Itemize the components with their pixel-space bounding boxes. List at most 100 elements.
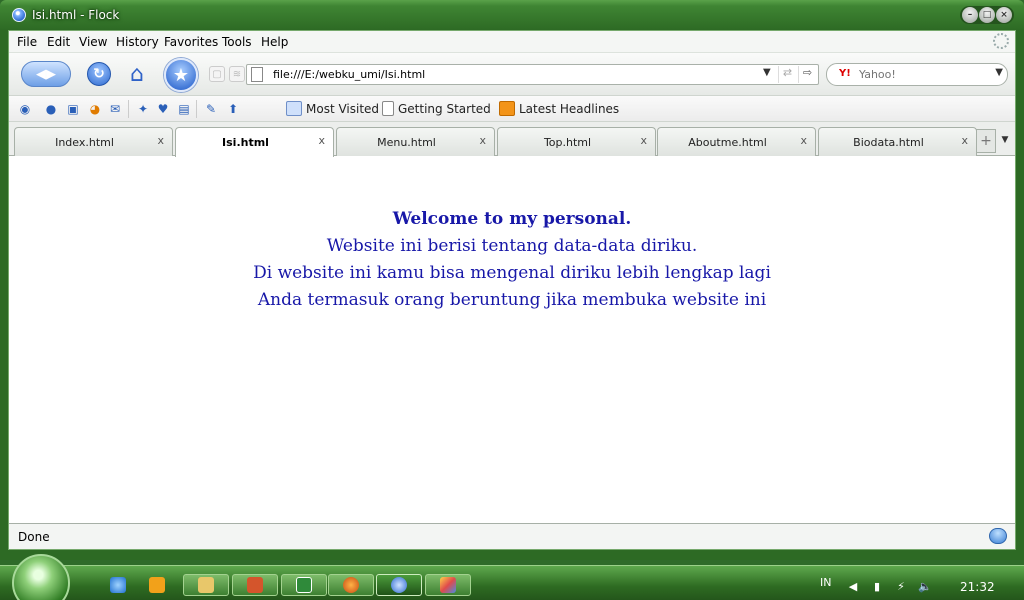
search-box[interactable]: Y! ▼ <box>826 63 1008 86</box>
bookmark-label: Latest Headlines <box>519 101 620 116</box>
browser-window: Isi.html - Flock – □ × File Edit View Hi… <box>0 0 1024 560</box>
navigation-bar: ◀▶ ↻ ⌂ ★ ▢ ≋ ▼ ⇄ ⇨ <box>9 53 1015 96</box>
welcome-heading: Welcome to my personal. <box>392 209 632 229</box>
feed-reader-icon[interactable]: ◕ <box>87 101 103 117</box>
taskbar-paint[interactable] <box>425 574 471 596</box>
bookmark-getting-started[interactable]: Getting Started <box>382 101 491 116</box>
tab-close-icon[interactable]: x <box>640 134 647 147</box>
taskbar-firefox[interactable] <box>328 574 374 596</box>
favorite-star-button[interactable]: ★ <box>164 58 198 92</box>
throbber-icon <box>993 33 1009 49</box>
tab-label: Index.html <box>55 136 114 149</box>
yahoo-icon[interactable]: Y! <box>839 68 851 79</box>
my-world-icon[interactable]: ◉ <box>17 101 33 117</box>
plus-icon: + <box>980 133 992 149</box>
new-tab-button[interactable]: + <box>976 129 996 153</box>
upload-icon[interactable]: ⬆ <box>225 101 241 117</box>
bookmarks-toolbar: ◉ ● ▣ ◕ ✉ ✦ ♥ ▤ ✎ ⬆ Most Visited Getting… <box>9 96 1015 122</box>
bookmark-label: Getting Started <box>398 101 491 116</box>
tab-close-icon[interactable]: x <box>318 134 325 147</box>
address-bar[interactable]: ▼ ⇄ ⇨ <box>246 64 819 85</box>
bookmark-most-visited[interactable]: Most Visited <box>286 101 379 116</box>
tab-close-icon[interactable]: x <box>157 134 164 147</box>
all-tabs-button[interactable]: ▼ <box>998 129 1012 153</box>
forward-arrow-icon[interactable]: ▶ <box>46 67 56 82</box>
tab-close-icon[interactable]: x <box>961 134 968 147</box>
tray-back-icon[interactable]: ◀ <box>846 580 860 594</box>
tab-index[interactable]: Index.html x <box>14 127 173 156</box>
taskbar-powerpoint[interactable] <box>232 574 278 596</box>
power-icon[interactable]: ⚡ <box>894 580 908 594</box>
menu-view[interactable]: View <box>79 35 107 49</box>
menu-tools[interactable]: Tools <box>222 35 252 49</box>
tab-top[interactable]: Top.html x <box>497 127 656 156</box>
minimize-icon[interactable]: – <box>962 7 978 23</box>
search-dropdown-icon[interactable]: ▼ <box>995 67 1003 78</box>
blog-editor-icon[interactable]: ✎ <box>203 101 219 117</box>
accounts-icon[interactable]: ✦ <box>135 101 151 117</box>
clipboard-icon[interactable]: ▤ <box>176 101 192 117</box>
window-controls: – □ × <box>960 6 1014 24</box>
clock[interactable]: 21:32 <box>960 580 995 594</box>
clipboard-icon: ▢ <box>212 68 222 80</box>
menu-bar: File Edit View History Favorites Tools H… <box>9 31 1015 53</box>
share-icon[interactable]: ⇄ <box>778 66 796 83</box>
taskbar-explorer[interactable] <box>183 574 229 596</box>
start-button[interactable] <box>12 554 70 600</box>
title-bar[interactable]: Isi.html - Flock – □ × <box>0 0 1024 30</box>
taskbar-excel[interactable] <box>281 574 327 596</box>
network-icon[interactable]: ▮ <box>870 580 884 594</box>
media-player-icon <box>149 577 165 593</box>
feed-icon: ≋ <box>232 68 242 80</box>
excel-icon <box>296 577 312 593</box>
page-content: Welcome to my personal. Website ini beri… <box>9 157 1015 523</box>
url-input[interactable] <box>273 67 743 82</box>
paint-icon <box>440 577 456 593</box>
favorites-icon[interactable]: ♥ <box>155 101 171 117</box>
go-icon[interactable]: ⇨ <box>798 66 816 83</box>
people-icon[interactable]: ● <box>43 101 59 117</box>
flock-app-icon <box>12 8 26 22</box>
back-forward-button[interactable]: ◀ ▶ <box>21 61 71 87</box>
page-icon <box>382 101 394 116</box>
reload-icon: ↻ <box>93 66 105 82</box>
content-line: Website ini berisi tentang data-data dir… <box>326 236 698 256</box>
language-indicator[interactable]: IN <box>820 576 831 589</box>
chat-icon[interactable] <box>989 528 1007 544</box>
menu-help[interactable]: Help <box>261 35 288 49</box>
search-input[interactable] <box>859 67 979 82</box>
maximize-icon[interactable]: □ <box>979 7 995 23</box>
close-icon[interactable]: × <box>996 7 1012 23</box>
mail-icon[interactable]: ✉ <box>107 101 123 117</box>
flock-icon <box>391 577 407 593</box>
menu-edit[interactable]: Edit <box>47 35 70 49</box>
volume-icon[interactable]: 🔈 <box>918 580 932 594</box>
tab-label: Menu.html <box>377 136 436 149</box>
content-line: Di website ini kamu bisa mengenal diriku… <box>253 263 771 283</box>
tab-aboutme[interactable]: Aboutme.html x <box>657 127 816 156</box>
bookmark-latest-headlines[interactable]: Latest Headlines <box>499 101 619 116</box>
powerpoint-icon <box>247 577 263 593</box>
taskbar-media[interactable] <box>134 574 180 596</box>
menu-history[interactable]: History <box>116 35 159 49</box>
tab-biodata[interactable]: Biodata.html x <box>818 127 977 156</box>
browser-client-area: File Edit View History Favorites Tools H… <box>8 30 1016 550</box>
star-icon: ★ <box>172 64 190 86</box>
reload-button[interactable]: ↻ <box>87 62 111 86</box>
back-arrow-icon[interactable]: ◀ <box>36 67 46 82</box>
tab-close-icon[interactable]: x <box>479 134 486 147</box>
menu-favorites[interactable]: Favorites <box>164 35 218 49</box>
taskbar-flock[interactable] <box>376 574 422 596</box>
file-explorer-icon <box>198 577 214 593</box>
media-icon[interactable]: ▣ <box>65 101 81 117</box>
web-clipboard-button[interactable]: ▢ <box>209 66 225 82</box>
toolbar-separator <box>128 100 129 118</box>
menu-file[interactable]: File <box>17 35 37 49</box>
tab-isi[interactable]: Isi.html x <box>175 127 334 157</box>
feed-button[interactable]: ≋ <box>229 66 245 82</box>
home-button[interactable]: ⌂ <box>123 61 151 87</box>
url-dropdown-icon[interactable]: ▼ <box>763 67 771 78</box>
rss-icon <box>499 101 515 116</box>
tab-close-icon[interactable]: x <box>800 134 807 147</box>
tab-menu[interactable]: Menu.html x <box>336 127 495 156</box>
